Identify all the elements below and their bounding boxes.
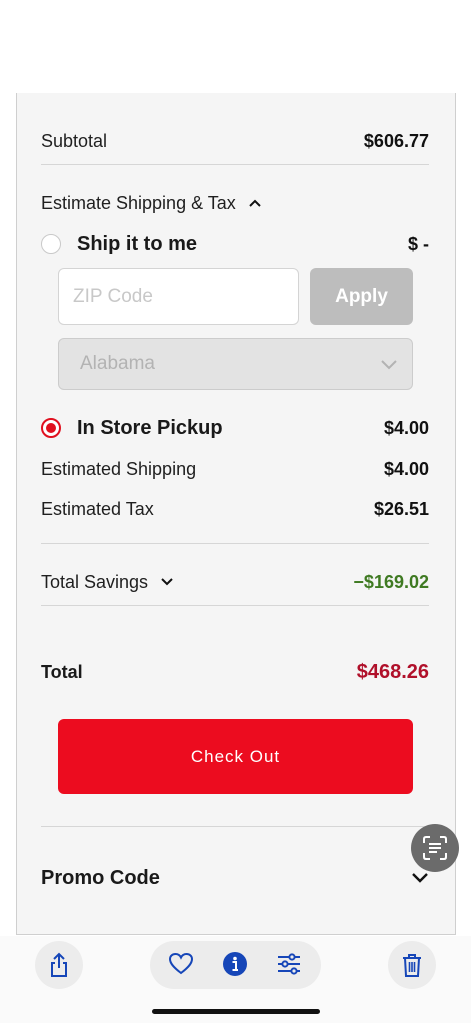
favorite-button[interactable]: [168, 952, 194, 981]
chevron-up-icon: [249, 199, 261, 207]
state-value: Alabama: [80, 353, 155, 374]
ship-radio[interactable]: [41, 234, 61, 254]
divider: [41, 826, 429, 827]
zip-code-input[interactable]: ZIP Code: [58, 268, 299, 325]
estimate-shipping-toggle[interactable]: Estimate Shipping & Tax: [41, 190, 429, 216]
total-value: $468.26: [356, 660, 429, 683]
est-shipping-row: Estimated Shipping $4.00: [41, 456, 429, 482]
apply-button[interactable]: Apply: [310, 268, 413, 325]
trash-icon: [403, 954, 421, 977]
est-shipping-label: Estimated Shipping: [41, 458, 197, 479]
home-indicator: [152, 1009, 320, 1014]
scan-text-button[interactable]: [411, 824, 459, 872]
checkout-button[interactable]: Check Out: [58, 719, 413, 794]
est-tax-label: Estimated Tax: [41, 498, 154, 519]
est-tax-value: $26.51: [373, 498, 429, 519]
subtotal-value: $606.77: [363, 130, 429, 151]
ship-label: Ship it to me: [77, 232, 197, 255]
subtotal-label: Subtotal: [41, 130, 108, 151]
promo-label: Promo Code: [41, 866, 160, 889]
info-icon: [223, 952, 247, 976]
est-tax-row: Estimated Tax $26.51: [41, 496, 429, 522]
chevron-down-icon: [161, 578, 173, 586]
heart-icon: [168, 952, 194, 975]
pickup-value: $4.00: [383, 417, 429, 438]
pickup-option-row[interactable]: In Store Pickup $4.00: [41, 414, 429, 442]
promo-code-toggle[interactable]: Promo Code: [41, 864, 429, 892]
divider: [41, 605, 429, 606]
share-icon: [51, 952, 67, 977]
chevron-down-icon: [381, 360, 397, 370]
total-label: Total: [41, 661, 83, 682]
pickup-radio[interactable]: [41, 418, 61, 438]
savings-value: −$169.02: [353, 571, 429, 592]
estimate-label: Estimate Shipping & Tax: [41, 192, 236, 213]
pickup-label: In Store Pickup: [77, 416, 223, 439]
est-shipping-value: $4.00: [383, 458, 429, 479]
divider: [41, 543, 429, 544]
info-button[interactable]: [222, 951, 248, 982]
chevron-down-icon: [412, 873, 428, 883]
ship-option-row[interactable]: Ship it to me $ -: [41, 230, 429, 258]
delete-button[interactable]: [388, 941, 436, 989]
total-row: Total $468.26: [41, 658, 429, 686]
bottom-toolbar: [0, 936, 471, 1023]
scan-text-icon: [423, 836, 447, 860]
share-button[interactable]: [35, 941, 83, 989]
subtotal-row: Subtotal $606.77: [41, 128, 429, 154]
ship-value: $ -: [407, 233, 429, 254]
sliders-icon: [278, 953, 300, 975]
adjust-button[interactable]: [276, 952, 302, 981]
divider: [41, 164, 429, 165]
savings-row[interactable]: Total Savings −$169.02: [41, 569, 429, 595]
savings-label: Total Savings: [41, 571, 149, 592]
state-select[interactable]: Alabama: [58, 338, 413, 390]
